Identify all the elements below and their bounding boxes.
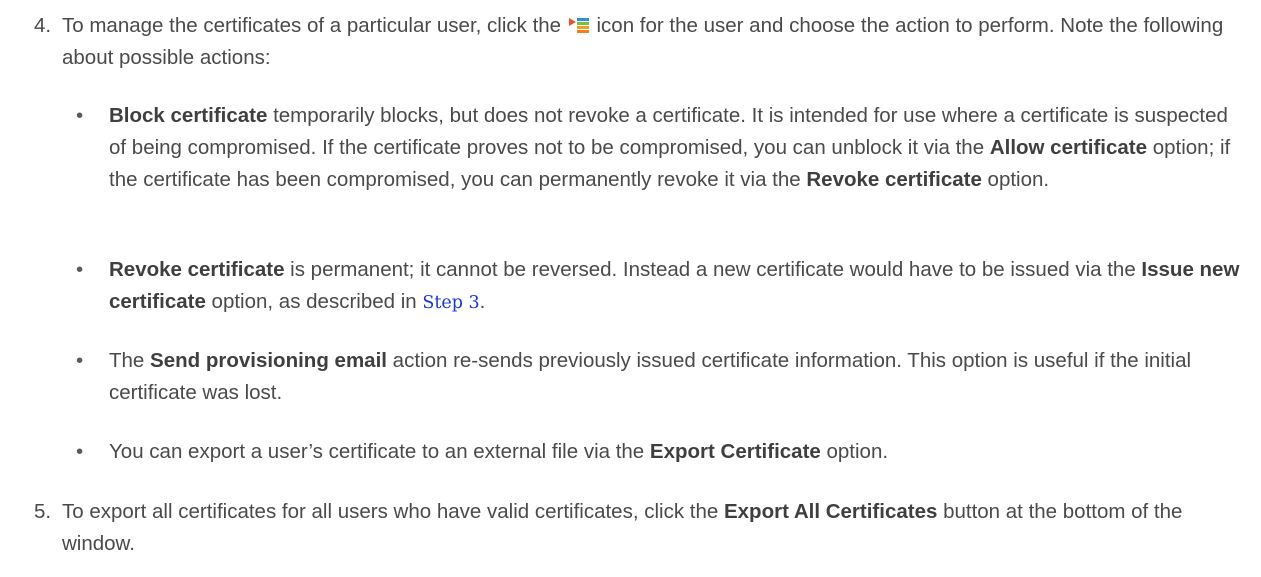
bold-term: Send provisioning email [150,349,387,372]
bullet-icon: • [76,104,84,127]
list-item: • You can export a user’s certificate to… [76,436,1241,468]
bullet-text-part: option. [820,440,889,463]
bold-term: Revoke certificate [806,168,982,191]
step-4-text: To manage the certificates of a particul… [62,10,1249,74]
bullet-text-part: option. [981,168,1050,191]
bullet-text-part: option, as described in [205,290,423,313]
bullet-text: Revoke certificate is permanent; it cann… [109,254,1241,319]
bullet-icon: • [76,258,84,281]
actions-menu-icon [568,12,590,33]
document-page: 4. To manage the certificates of a parti… [0,0,1261,577]
step-number: 4. [34,14,52,37]
list-item: • Block certificate temporarily blocks, … [76,100,1241,196]
step-3-link[interactable]: Step 3 [422,293,479,313]
bullet-text-part: is permanent; it cannot be reversed. Ins… [284,258,1142,281]
bold-term: Allow certificate [989,136,1148,159]
step-number: 5. [34,500,52,523]
bold-term: Export Certificate [649,440,821,463]
step-5-text-part: To export all certificates for all users… [62,500,724,523]
list-item: • The Send provisioning email action re-… [76,345,1241,409]
bullet-icon: • [76,349,84,372]
step-4-text-part: To manage the certificates of a particul… [62,14,562,37]
bullet-text: Block certificate temporarily blocks, bu… [109,100,1241,196]
bullet-text-part: You can export a user’s certificate to a… [109,440,650,463]
bold-term: Revoke certificate [109,258,285,281]
bullet-icon: • [76,440,84,463]
bullet-text-part: . [479,290,486,313]
bold-term: Block certificate [109,104,268,127]
list-item: • Revoke certificate is permanent; it ca… [76,254,1241,319]
step-4: 4. To manage the certificates of a parti… [34,10,1249,74]
bullet-text-part: The [109,349,151,372]
bullet-text: The Send provisioning email action re-se… [109,345,1241,409]
bullet-text: You can export a user’s certificate to a… [109,436,1241,468]
step-5: 5. To export all certificates for all us… [34,496,1249,560]
bold-term: Export All Certificates [723,500,938,523]
step-5-text: To export all certificates for all users… [62,496,1249,560]
